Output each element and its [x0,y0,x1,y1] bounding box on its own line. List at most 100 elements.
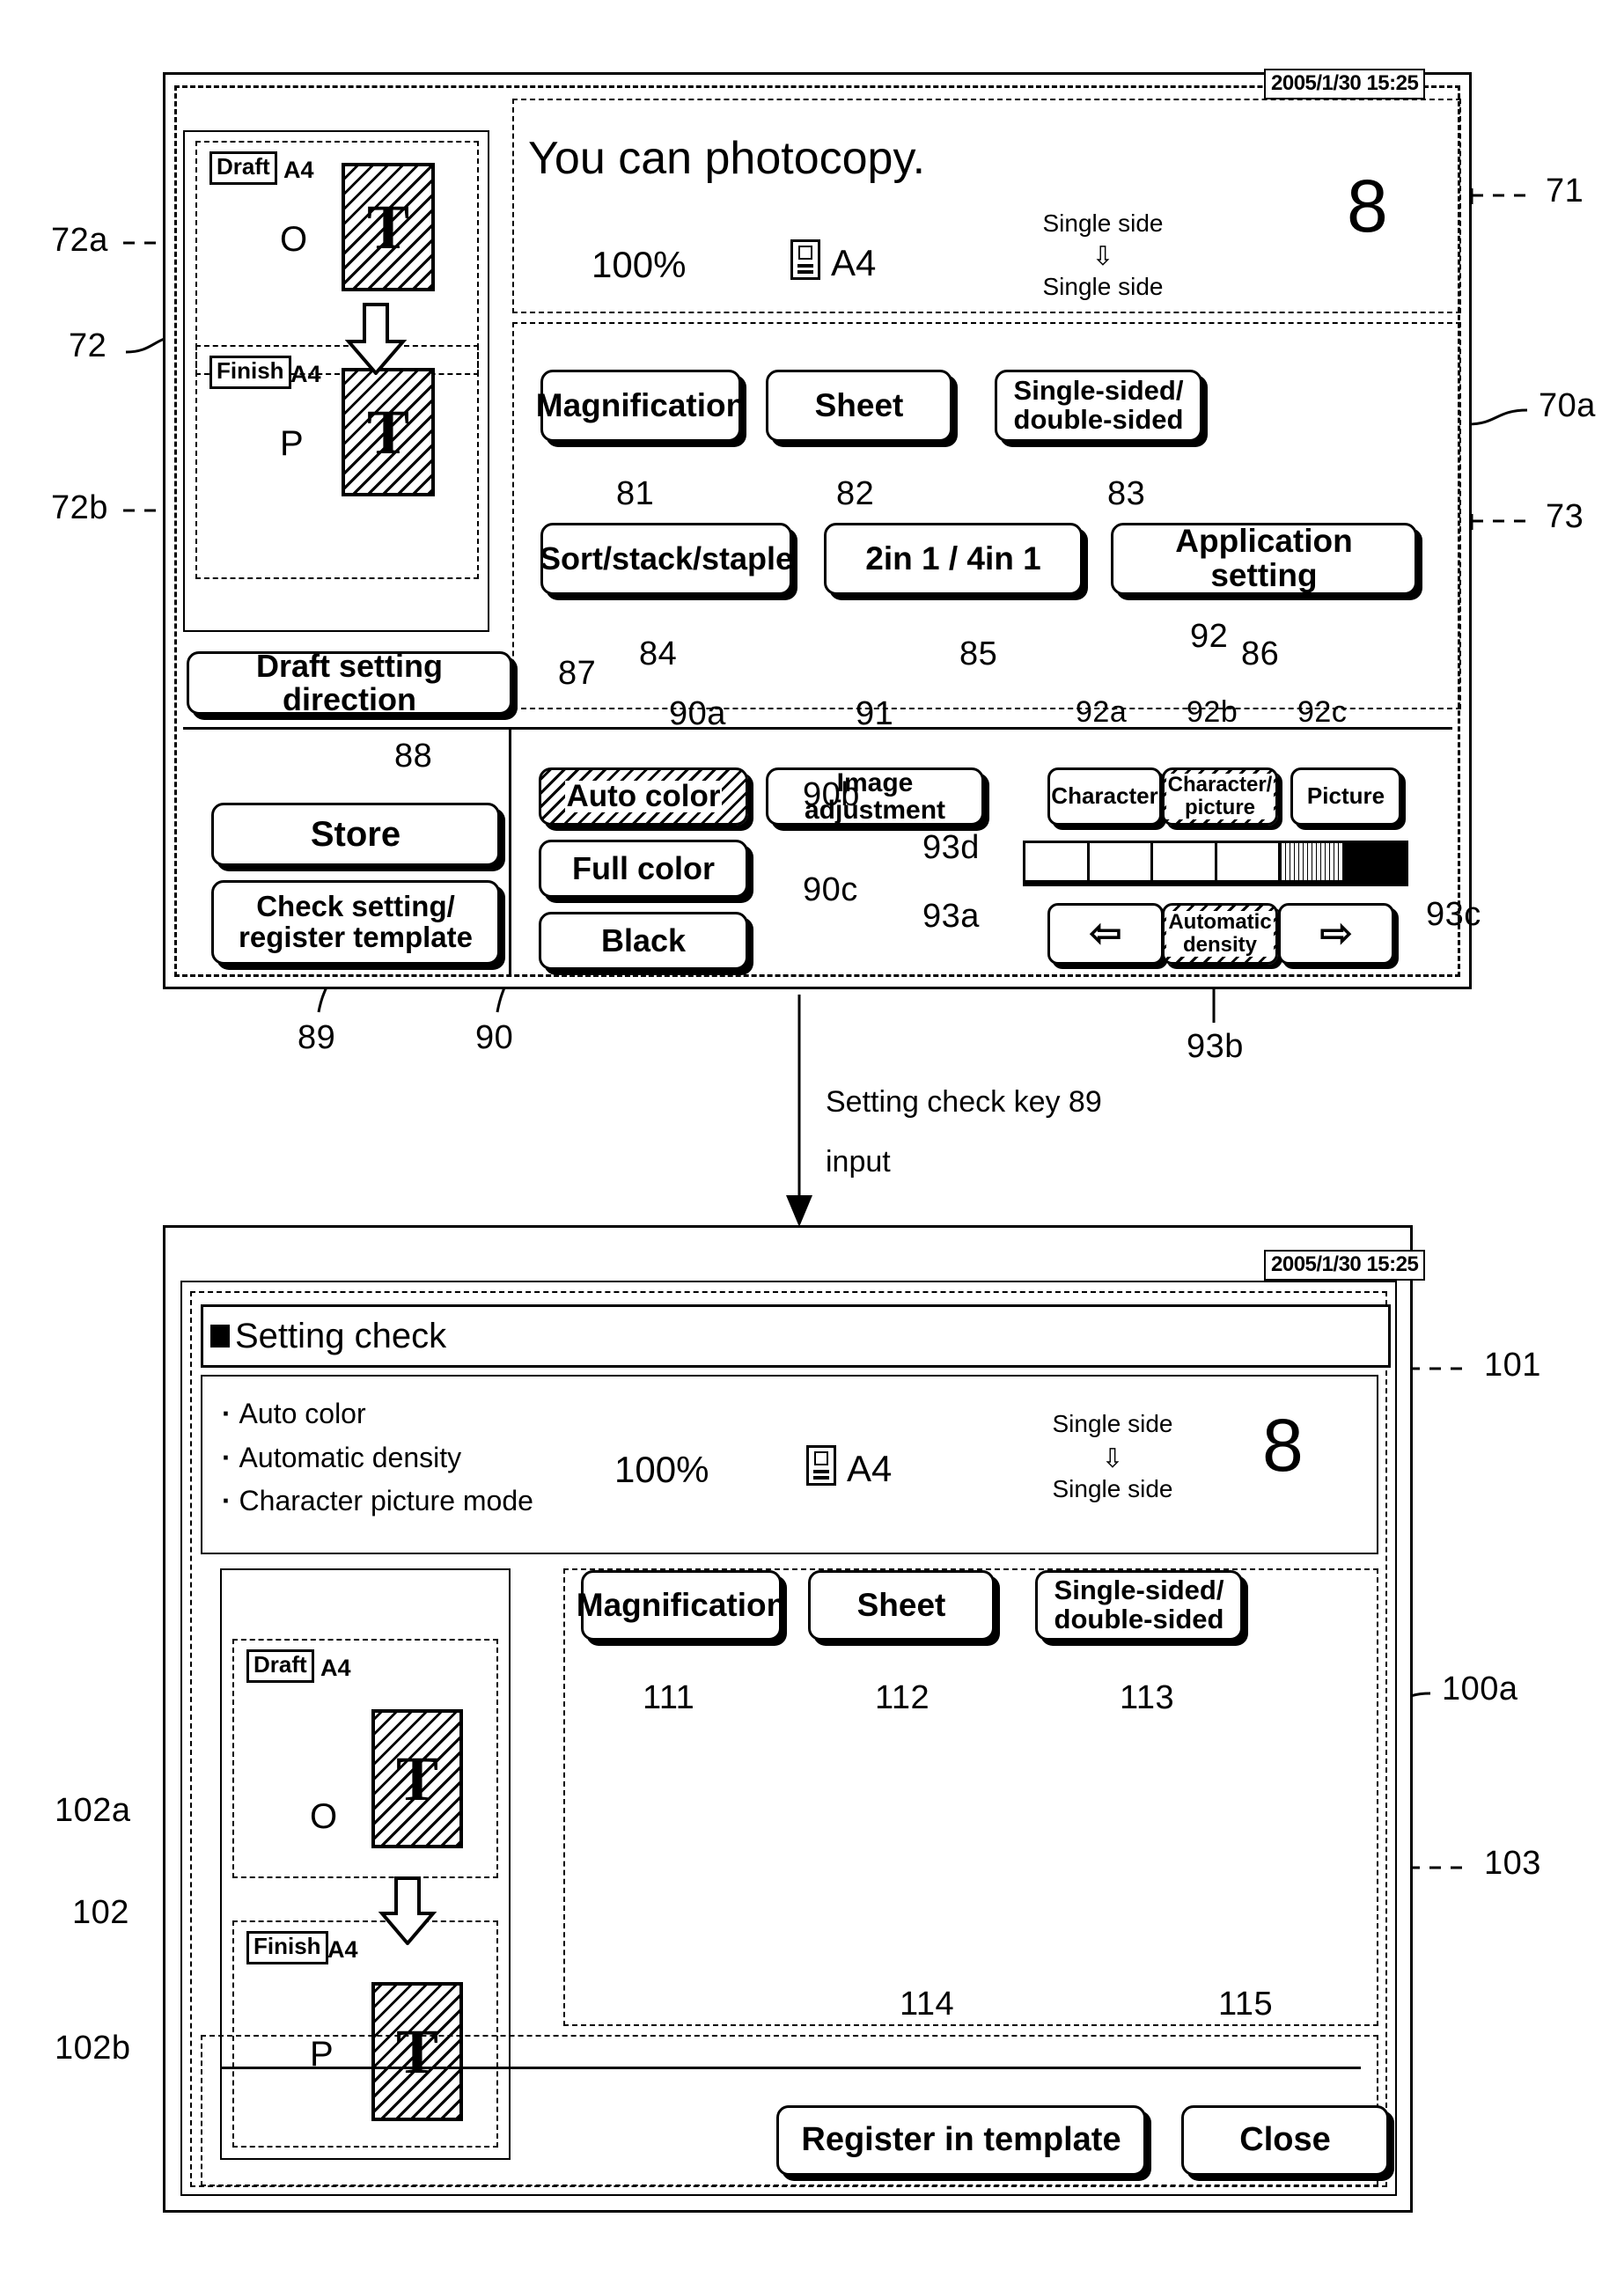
density-cell-6[interactable] [1344,843,1406,880]
lower-duplex-from: Single side [1052,1410,1173,1437]
upper-sort-stack-staple-button[interactable]: Sort/stack/staple [540,523,793,595]
lower-summary-list: Auto color Automatic density Character p… [222,1392,533,1524]
store-button[interactable]: Store [211,803,500,866]
upper-sheet-button[interactable]: Sheet [766,370,952,442]
automatic-density-button[interactable]: Automatic density [1162,903,1278,965]
lower-duplex-arrow-icon: ⇩ [1101,1444,1124,1473]
ref-86: 86 [1241,635,1280,672]
upper-finish-size: A4 [290,361,321,387]
ref-83: 83 [1107,475,1146,512]
upper-finish-tag: Finish [209,356,291,389]
ref-114: 114 [900,1986,955,2023]
close-button[interactable]: Close [1181,2105,1389,2176]
upper-status-message: You can photocopy. [528,133,926,184]
ref-70a: 70a [1539,387,1596,424]
upper-paper-size-value: A4 [831,242,877,283]
ref-113: 113 [1120,1679,1175,1716]
ref-93a: 93a [922,898,980,935]
lower-draft-tag: Draft [246,1649,314,1683]
upper-draft-mark: O [280,220,308,259]
check-setting-register-template-button[interactable]: Check setting/ register template [211,880,500,965]
ref-72: 72 [69,327,107,364]
ref-90b: 90b [803,776,860,813]
upper-magnification-button[interactable]: Magnification [536,370,746,442]
ref-92a: 92a [1076,695,1128,729]
upper-duplex-arrow-icon: ⇩ [1091,242,1114,271]
ref-102: 102 [72,1894,129,1931]
upper-magnification-value: 100% [592,244,687,285]
upper-2in1-4in1-button[interactable]: 2in 1 / 4in 1 [824,523,1083,595]
preview-transform-arrow-icon [345,303,407,375]
lower-draft-sheet-icon: T [371,1709,463,1848]
ref-92c: 92c [1297,695,1348,729]
register-in-template-button[interactable]: Register in template [776,2105,1146,2176]
full-color-button[interactable]: Full color [539,840,748,898]
ref-73: 73 [1546,498,1584,535]
paper-size-icon [790,239,820,280]
lower-duplex-to: Single side [1052,1475,1173,1502]
ref-81: 81 [616,475,655,512]
ref-89: 89 [298,1019,336,1056]
lower-finish-size: A4 [327,1936,358,1963]
upper-copies-count: 8 [1347,165,1388,247]
upper-duplex-from: Single side [1042,209,1164,237]
density-cell-4[interactable] [1217,843,1281,880]
ref-91: 91 [856,695,894,732]
lower-draft-mark: O [310,1797,338,1836]
ref-93d: 93d [922,829,980,866]
lower-sheet-button[interactable]: Sheet [808,1570,995,1641]
lower-paper-size-value: A4 [847,1448,893,1489]
ref-93b: 93b [1187,1028,1244,1065]
density-decrease-button[interactable]: ⇦ [1047,903,1164,965]
lower-action-bar-divider [220,2067,1361,2069]
patent-figure-page: 2005/1/30 15:25 You can photocopy. 100% … [0,0,1624,2291]
upper-application-setting-button[interactable]: Application setting [1111,523,1417,595]
ref-92: 92 [1190,618,1229,655]
transition-label-line2: input [826,1145,891,1179]
ref-71: 71 [1546,173,1584,209]
lower-single-double-sided-button[interactable]: Single-sided/ double-sided [1035,1570,1243,1641]
black-color-button[interactable]: Black [539,912,748,970]
density-cell-1[interactable] [1025,843,1090,880]
draft-setting-direction-button[interactable]: Draft setting direction [187,650,512,716]
upper-bottom-divider [183,727,1452,730]
lower-copies-count: 8 [1262,1404,1304,1487]
character-picture-mode-button[interactable]: Character/ picture [1162,767,1278,826]
lower-screen-title-bar: Setting check [201,1304,1391,1368]
density-slider[interactable] [1023,841,1408,883]
upper-draft-size: A4 [283,157,314,183]
ref-115: 115 [1218,1986,1274,2023]
ref-84: 84 [639,635,678,672]
picture-mode-button[interactable]: Picture [1290,767,1401,826]
ref-90a: 90a [669,695,726,732]
density-cell-3[interactable] [1153,843,1217,880]
upper-finish-sheet-glyph: T [366,397,410,467]
ref-112: 112 [875,1679,930,1716]
upper-finish-sheet-icon: T [342,368,435,496]
upper-draft-sheet-glyph: T [366,192,410,262]
density-cell-5[interactable] [1281,843,1345,880]
summary-item-3: Character picture mode [222,1480,533,1524]
density-increase-button[interactable]: ⇨ [1278,903,1394,965]
character-mode-button[interactable]: Character [1047,767,1162,826]
lower-preview-transform-arrow-icon [378,1876,437,1945]
ref-72b: 72b [51,489,108,526]
title-marker-icon [210,1325,230,1347]
ref-72a: 72a [51,222,108,259]
lower-screen-title: Setting check [235,1316,447,1355]
lower-magnification-button[interactable]: Magnification [577,1570,786,1641]
auto-color-button[interactable]: Auto color [539,767,748,826]
ref-111: 111 [643,1679,695,1716]
density-cell-2[interactable] [1090,843,1153,880]
transition-label-line1: Setting check key 89 [826,1085,1102,1119]
ref-103: 103 [1484,1845,1541,1882]
transition-arrowhead [786,1195,812,1227]
transition-label: Setting check key 89 input [826,1072,1102,1192]
ref-87: 87 [558,655,597,692]
summary-item-1: Auto color [222,1392,533,1436]
upper-single-double-sided-button[interactable]: Single-sided/ double-sided [995,370,1202,442]
upper-finish-mark: P [280,424,304,463]
summary-item-2: Automatic density [222,1436,533,1480]
upper-screen-timestamp: 2005/1/30 15:25 [1264,69,1426,99]
image-adjustment-button[interactable]: Image adjustment [766,767,984,826]
